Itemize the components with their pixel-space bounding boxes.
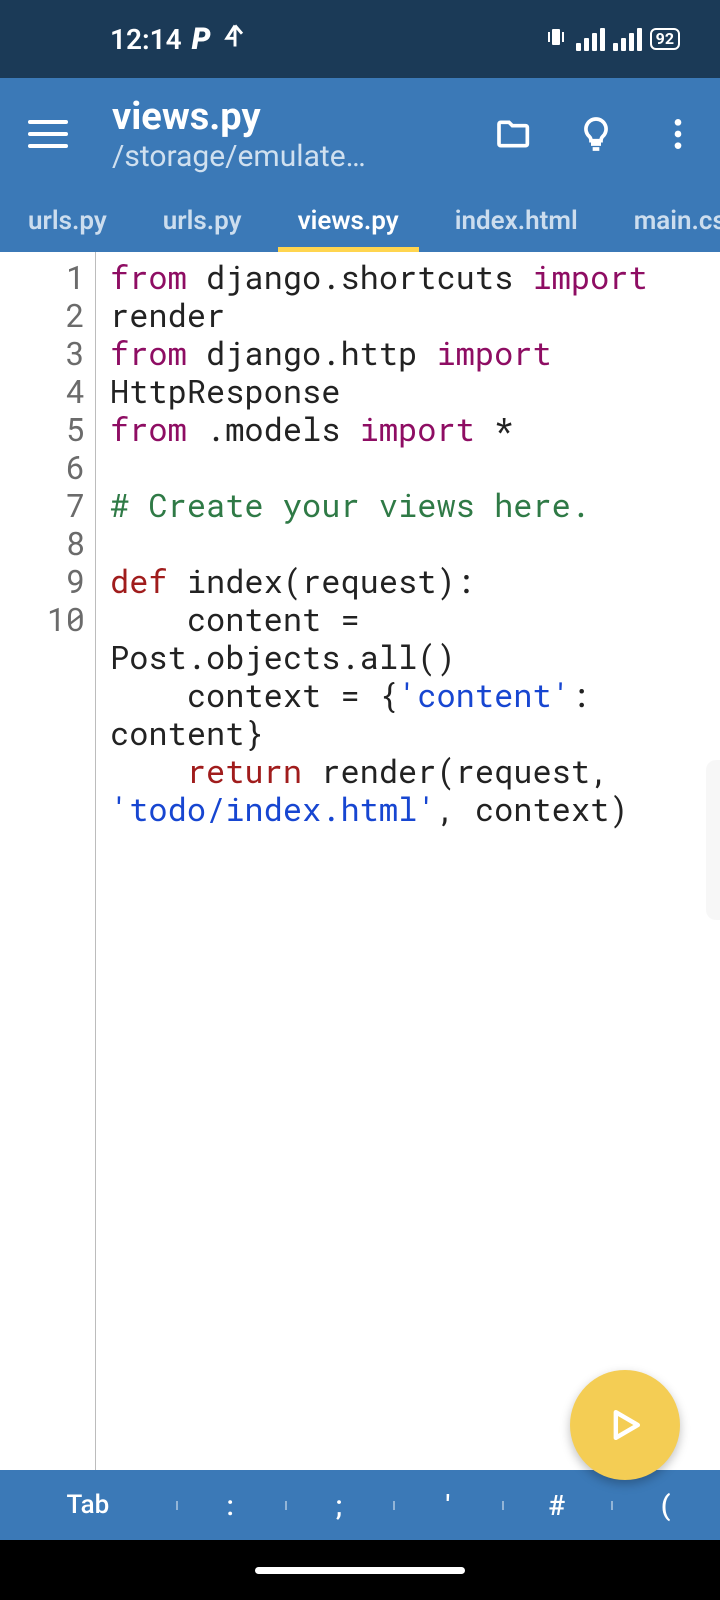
play-icon	[603, 1403, 647, 1447]
status-time: 12:14	[110, 23, 182, 56]
scroll-thumb[interactable]	[706, 760, 720, 920]
tab-views[interactable]: views.py	[270, 190, 427, 252]
key-tab[interactable]: Tab	[0, 1490, 176, 1520]
system-nav-bar[interactable]	[0, 1540, 720, 1600]
app-bar: views.py /storage/emulate…	[0, 78, 720, 190]
run-fab[interactable]	[570, 1370, 680, 1480]
line-number: 1	[0, 258, 95, 296]
lightbulb-icon[interactable]	[574, 112, 618, 156]
overflow-menu-icon[interactable]	[656, 112, 700, 156]
file-path: /storage/emulate…	[112, 139, 484, 174]
status-app-icon-2	[221, 22, 249, 57]
tab-index-html[interactable]: index.html	[427, 190, 606, 252]
home-indicator[interactable]	[255, 1567, 465, 1574]
key-hash[interactable]: #	[502, 1489, 611, 1522]
signal-bars-icon	[576, 27, 605, 51]
menu-icon[interactable]	[20, 104, 80, 164]
key-semicolon[interactable]: ;	[285, 1489, 394, 1522]
line-number: 4	[0, 372, 95, 410]
line-number: 8	[0, 524, 95, 562]
line-number: 7	[0, 486, 95, 524]
line-number: 9	[0, 562, 95, 600]
signal-bars-icon-2	[613, 27, 642, 51]
line-number-gutter: 1 2 3 4 5 6 7 8 9 10	[0, 252, 96, 1470]
code-editor[interactable]: 1 2 3 4 5 6 7 8 9 10 from django.shortcu…	[0, 252, 720, 1470]
code-content[interactable]: from django.shortcuts import render from…	[96, 252, 720, 1470]
key-colon[interactable]: :	[176, 1489, 285, 1522]
key-apostrophe[interactable]: '	[393, 1489, 502, 1522]
battery-icon: 92	[650, 28, 680, 50]
line-number: 2	[0, 296, 95, 334]
vibrate-icon	[544, 25, 568, 53]
line-number: 3	[0, 334, 95, 372]
folder-icon[interactable]	[492, 112, 536, 156]
file-title: views.py	[112, 95, 484, 139]
symbol-key-row: Tab : ; ' # (	[0, 1470, 720, 1540]
tab-urls-1[interactable]: urls.py	[0, 190, 135, 252]
status-bar: 12:14 P 92	[0, 0, 720, 78]
line-number: 6	[0, 448, 95, 486]
tab-strip: urls.py urls.py views.py index.html main…	[0, 190, 720, 252]
tab-main-css[interactable]: main.css	[606, 190, 720, 252]
status-app-icon-1: P	[192, 22, 211, 57]
key-paren[interactable]: (	[611, 1489, 720, 1522]
line-number: 5	[0, 410, 95, 448]
line-number: 10	[0, 600, 95, 638]
tab-urls-2[interactable]: urls.py	[135, 190, 270, 252]
